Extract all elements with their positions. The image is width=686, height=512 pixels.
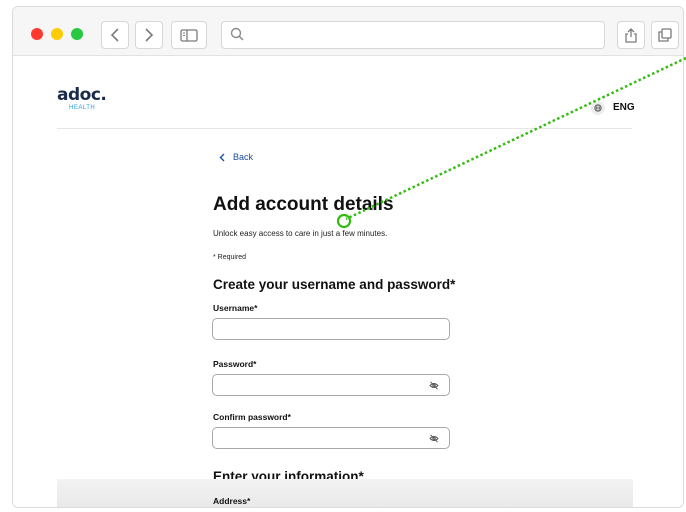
pointer-trail	[345, 56, 686, 221]
pointer-overlay	[336, 56, 686, 229]
click-target-indicator	[336, 213, 352, 229]
